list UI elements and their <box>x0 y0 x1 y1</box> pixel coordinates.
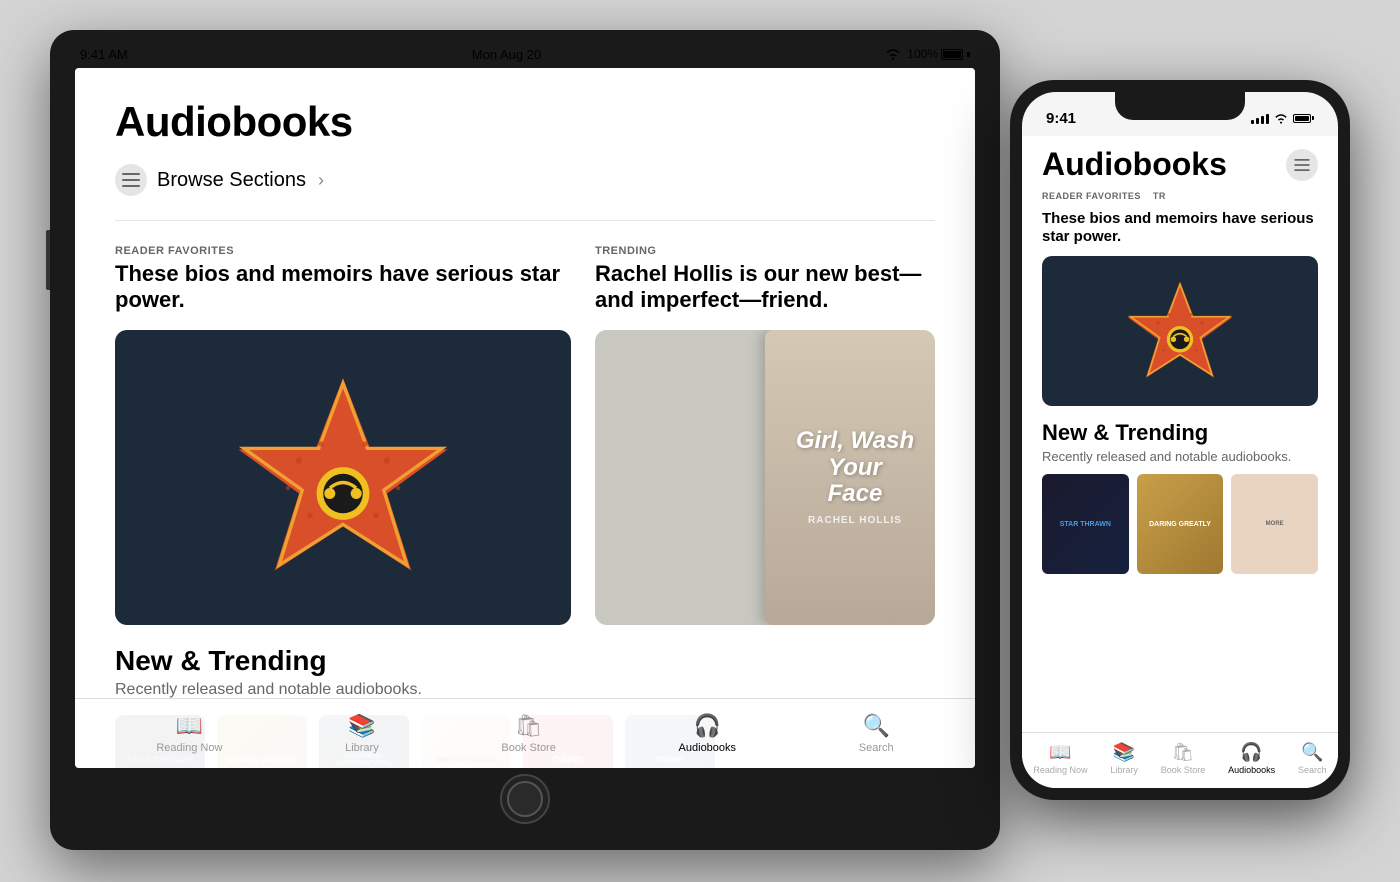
tab-library[interactable]: 📚 Library <box>325 705 399 762</box>
reading-now-label: Reading Now <box>156 742 222 754</box>
sections-row: READER FAVORITES These bios and memoirs … <box>115 245 935 625</box>
girl-cover-title: Girl, WashYourFace <box>796 428 914 507</box>
section-tag-1: READER FAVORITES <box>115 245 571 257</box>
ipad-content: Audiobooks Browse Sections › <box>75 68 975 768</box>
book-store-label: Book Store <box>501 742 555 754</box>
browse-sections-button[interactable]: Browse Sections › <box>115 164 935 196</box>
library-label: Library <box>345 742 379 754</box>
section-title-1: These bios and memoirs have serious star… <box>115 261 571 314</box>
iphone-wifi-icon <box>1274 113 1288 124</box>
iphone-page-title: Audiobooks <box>1042 146 1227 183</box>
iphone-device: 9:41 <box>1010 80 1350 800</box>
ipad-status-bar: 9:41 AM Mon Aug 20 100% <box>60 40 990 68</box>
ipad-tab-bar: 📖 Reading Now 📚 Library 🛍 Book Store 🎧 A… <box>75 698 975 768</box>
iphone-menu-button[interactable] <box>1286 149 1318 181</box>
iphone-search-label: Search <box>1298 765 1327 775</box>
audiobooks-icon: 🎧 <box>694 713 721 739</box>
ipad-page-title: Audiobooks <box>115 98 935 146</box>
iphone-trending-tag-partial: TR <box>1153 191 1166 204</box>
iphone-library-icon: 📚 <box>1113 742 1135 763</box>
ipad-device: 9:41 AM Mon Aug 20 100% <box>50 30 1000 850</box>
iphone-content: Audiobooks READER FAVORITES <box>1022 136 1338 732</box>
iphone-section-title: These bios and memoirs have serious star… <box>1042 210 1318 246</box>
iphone-library-label: Library <box>1110 765 1138 775</box>
iphone-tags-row: READER FAVORITES TR <box>1042 191 1318 204</box>
ipad-wifi-icon <box>885 48 901 60</box>
girl-wash-bg: Girl, WashYourFace RACHEL HOLLIS <box>595 330 935 625</box>
iphone-book-store-label: Book Store <box>1161 765 1206 775</box>
iphone-tab-bar: 📖 Reading Now 📚 Library 🛍 Book Store 🎧 A… <box>1022 732 1338 788</box>
ipad-home-inner <box>507 781 543 817</box>
ipad-date: Mon Aug 20 <box>472 47 541 62</box>
girl-wash-image: Girl, WashYourFace RACHEL HOLLIS <box>595 330 935 625</box>
iphone-reading-now-icon: 📖 <box>1049 742 1071 763</box>
iphone-header-row: Audiobooks <box>1042 146 1318 183</box>
reading-now-icon: 📖 <box>176 713 203 739</box>
ipad-status-right: 100% <box>885 47 970 61</box>
iphone-menu-icon <box>1294 159 1310 171</box>
ipad-side-button <box>46 230 50 290</box>
book-store-icon: 🛍 <box>515 713 543 739</box>
iphone-screen: 9:41 <box>1022 92 1338 788</box>
iphone-tab-reading-now[interactable]: 📖 Reading Now <box>1033 742 1087 775</box>
star-cover-bg <box>115 330 571 625</box>
iphone-new-trending: New & Trending Recently released and not… <box>1042 420 1318 574</box>
iphone-audiobooks-icon: 🎧 <box>1240 742 1262 763</box>
ipad-home-button[interactable] <box>500 774 550 824</box>
browse-sections-chevron: › <box>318 170 324 191</box>
iphone-tab-audiobooks[interactable]: 🎧 Audiobooks <box>1228 742 1275 775</box>
iphone-book-store-icon: 🛍 <box>1172 742 1195 763</box>
new-trending-title: New & Trending <box>115 645 935 677</box>
audiobooks-label: Audiobooks <box>679 742 737 754</box>
iphone-rf-tag: READER FAVORITES <box>1042 191 1141 204</box>
iphone-star-cover[interactable] <box>1042 256 1318 406</box>
iphone-time: 9:41 <box>1046 110 1076 127</box>
iphone-star-svg <box>1125 276 1235 386</box>
iphone-new-trending-subtitle: Recently released and notable audiobooks… <box>1042 449 1318 464</box>
search-icon: 🔍 <box>862 713 889 739</box>
iphone-books-row: STAR THRAWN DARING GREATLY MORE <box>1042 474 1318 574</box>
star-book-image <box>115 330 571 625</box>
iphone-audiobooks-label: Audiobooks <box>1228 765 1275 775</box>
browse-sections-icon <box>115 164 147 196</box>
iphone-reader-fav-tag: READER FAVORITES <box>1042 191 1141 201</box>
ipad-battery: 100% <box>907 47 970 61</box>
iphone-battery-icon <box>1293 114 1314 123</box>
iphone-status-icons <box>1251 112 1314 124</box>
new-trending-subtitle: Recently released and notable audiobooks… <box>115 681 935 699</box>
tab-book-store[interactable]: 🛍 Book Store <box>481 705 575 762</box>
iphone-notch <box>1115 92 1245 120</box>
tab-audiobooks[interactable]: 🎧 Audiobooks <box>659 705 757 762</box>
browse-sections-label: Browse Sections <box>157 169 306 192</box>
library-icon: 📚 <box>348 713 375 739</box>
iphone-book-daring[interactable]: DARING GREATLY <box>1137 474 1224 574</box>
menu-icon <box>122 171 140 189</box>
iphone-book-extra[interactable]: MORE <box>1231 474 1318 574</box>
iphone-trending-tag: TR <box>1153 191 1166 201</box>
iphone-new-trending-title: New & Trending <box>1042 420 1318 446</box>
girl-wash-cover: Girl, WashYourFace RACHEL HOLLIS <box>765 330 935 625</box>
section-divider <box>115 220 935 221</box>
search-label: Search <box>859 742 894 754</box>
tab-search[interactable]: 🔍 Search <box>839 705 914 762</box>
scene: 9:41 AM Mon Aug 20 100% <box>0 0 1400 882</box>
reader-favorites-card[interactable]: READER FAVORITES These bios and memoirs … <box>115 245 571 625</box>
ipad-battery-percent: 100% <box>907 47 938 61</box>
trending-card[interactable]: TRENDING Rachel Hollis is our new best—a… <box>595 245 935 625</box>
ipad-time: 9:41 AM <box>80 47 128 62</box>
iphone-signal-icon <box>1251 112 1269 124</box>
iphone-tab-book-store[interactable]: 🛍 Book Store <box>1161 742 1206 775</box>
iphone-tab-search[interactable]: 🔍 Search <box>1298 742 1327 775</box>
iphone-search-icon: 🔍 <box>1301 742 1323 763</box>
iphone-tab-library[interactable]: 📚 Library <box>1110 742 1138 775</box>
ipad-screen: Audiobooks Browse Sections › <box>75 68 975 768</box>
tab-reading-now[interactable]: 📖 Reading Now <box>136 705 242 762</box>
iphone-book-star-wars[interactable]: STAR THRAWN <box>1042 474 1129 574</box>
girl-cover-author: RACHEL HOLLIS <box>808 515 902 526</box>
section-tag-2: TRENDING <box>595 245 935 257</box>
iphone-reading-now-label: Reading Now <box>1033 765 1087 775</box>
hollywood-star-svg <box>233 367 453 587</box>
section-title-2: Rachel Hollis is our new best—and imperf… <box>595 261 935 314</box>
